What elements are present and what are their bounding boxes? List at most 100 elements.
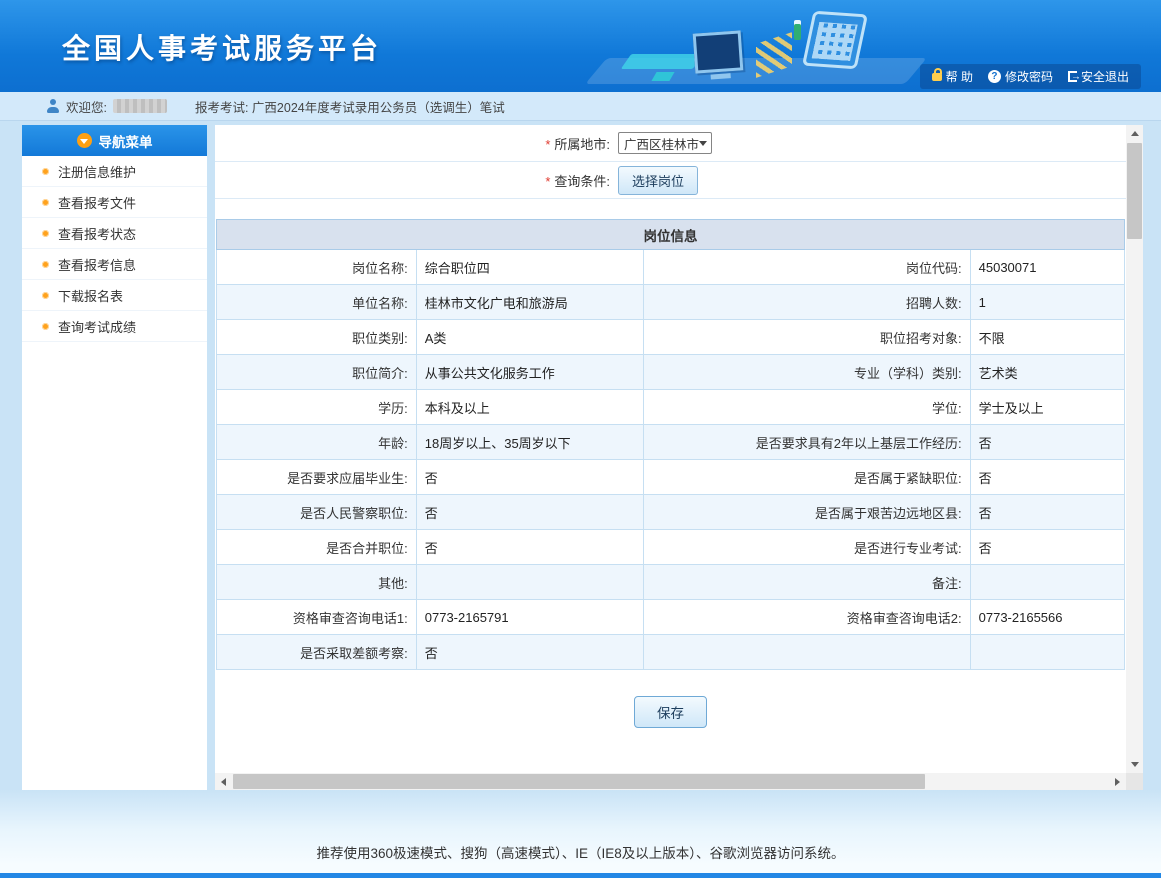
position-table-body: 岗位名称: 综合职位四 岗位代码: 45030071 单位名称: 桂林市文化广电… bbox=[217, 250, 1125, 670]
sidebar-item-label: 下载报名表 bbox=[58, 286, 123, 305]
sidebar-item[interactable]: 查看报考文件 bbox=[22, 187, 207, 218]
sidebar-item-label: 注册信息维护 bbox=[58, 162, 136, 181]
sidebar-item-label: 查看报考信息 bbox=[58, 255, 136, 274]
help-label: 帮 助 bbox=[946, 68, 973, 85]
deco-monitor bbox=[693, 30, 744, 73]
sidebar-item[interactable]: 查看报考信息 bbox=[22, 249, 207, 280]
field-label: 是否采取差额考察: bbox=[217, 635, 417, 670]
sidebar-item[interactable]: 查询考试成绩 bbox=[22, 311, 207, 342]
table-row: 学历: 本科及以上 学位: 学士及以上 bbox=[217, 390, 1125, 425]
save-row: 保存 bbox=[215, 696, 1126, 728]
field-value: 否 bbox=[970, 460, 1124, 495]
field-value: A类 bbox=[416, 320, 643, 355]
table-row: 其他: 备注: bbox=[217, 565, 1125, 600]
field-label: 专业（学科）类别: bbox=[643, 355, 970, 390]
position-info-table: 岗位信息 岗位名称: 综合职位四 岗位代码: 45030071 单位名称: 桂林… bbox=[216, 219, 1125, 670]
lock-icon bbox=[932, 73, 942, 81]
field-label: 年龄: bbox=[217, 425, 417, 460]
table-row: 单位名称: 桂林市文化广电和旅游局 招聘人数: 1 bbox=[217, 285, 1125, 320]
choose-position-button[interactable]: 选择岗位 bbox=[618, 166, 698, 195]
field-value: 从事公共文化服务工作 bbox=[416, 355, 643, 390]
field-value: 否 bbox=[970, 425, 1124, 460]
scroll-up-arrow[interactable] bbox=[1126, 125, 1143, 142]
field-label: 职位简介: bbox=[217, 355, 417, 390]
field-label: 岗位代码: bbox=[643, 250, 970, 285]
field-value: 否 bbox=[970, 495, 1124, 530]
header-action-bar: 帮 助 修改密码 安全退出 bbox=[920, 64, 1141, 89]
sidebar-title: 导航菜单 bbox=[99, 131, 153, 151]
field-label: 学位: bbox=[643, 390, 970, 425]
chevron-down-circle-icon bbox=[77, 133, 92, 148]
footer: 推荐使用360极速模式、搜狗（高速模式）、IE（IE8及以上版本）、谷歌浏览器访… bbox=[0, 790, 1161, 878]
sidebar-item-label: 查询考试成绩 bbox=[58, 317, 136, 336]
field-value bbox=[416, 565, 643, 600]
help-button[interactable]: 帮 助 bbox=[932, 68, 973, 85]
vertical-scrollbar[interactable] bbox=[1126, 125, 1143, 773]
change-password-button[interactable]: 修改密码 bbox=[988, 68, 1053, 85]
table-row: 是否采取差额考察: 否 bbox=[217, 635, 1125, 670]
save-button[interactable]: 保存 bbox=[634, 696, 707, 728]
field-value: 桂林市文化广电和旅游局 bbox=[416, 285, 643, 320]
table-title-row: 岗位信息 bbox=[217, 220, 1125, 250]
field-label: 其他: bbox=[217, 565, 417, 600]
field-label: 是否人民警察职位: bbox=[217, 495, 417, 530]
main-panel: *所属地市: 广西区桂林市 * 查询条件: 选择岗位 岗位信息 岗位名称: 综合职… bbox=[215, 125, 1143, 790]
change-password-label: 修改密码 bbox=[1005, 68, 1053, 85]
dot-icon bbox=[42, 323, 49, 330]
field-value: 0773-2165566 bbox=[970, 600, 1124, 635]
city-form-row: *所属地市: 广西区桂林市 bbox=[215, 125, 1126, 162]
field-value: 否 bbox=[970, 530, 1124, 565]
logout-button[interactable]: 安全退出 bbox=[1068, 68, 1129, 85]
deco-tablet bbox=[802, 11, 868, 70]
scroll-down-arrow[interactable] bbox=[1126, 756, 1143, 773]
deco-traffic-light bbox=[794, 24, 801, 40]
vertical-scroll-thumb[interactable] bbox=[1127, 143, 1142, 239]
table-row: 职位简介: 从事公共文化服务工作 专业（学科）类别: 艺术类 bbox=[217, 355, 1125, 390]
welcome-label: 欢迎您: bbox=[66, 97, 107, 116]
welcome-bar: 欢迎您: 报考考试: 广西2024年度考试录用公务员（选调生）笔试 bbox=[0, 92, 1161, 121]
required-mark: * bbox=[545, 174, 550, 189]
exit-icon bbox=[1068, 71, 1077, 82]
table-row: 是否合并职位: 否 是否进行专业考试: 否 bbox=[217, 530, 1125, 565]
triangle-up-icon bbox=[1131, 131, 1139, 136]
city-label: *所属地市: bbox=[215, 134, 610, 153]
footer-strip bbox=[0, 873, 1161, 878]
sidebar-item-label: 查看报考状态 bbox=[58, 224, 136, 243]
dot-icon bbox=[42, 230, 49, 237]
dot-icon bbox=[42, 168, 49, 175]
field-value bbox=[970, 565, 1124, 600]
logout-label: 安全退出 bbox=[1081, 68, 1129, 85]
sidebar-item[interactable]: 注册信息维护 bbox=[22, 156, 207, 187]
sidebar-item[interactable]: 查看报考状态 bbox=[22, 218, 207, 249]
field-value: 综合职位四 bbox=[416, 250, 643, 285]
query-label-text: 查询条件: bbox=[554, 174, 610, 189]
field-value: 1 bbox=[970, 285, 1124, 320]
triangle-down-icon bbox=[1131, 762, 1139, 767]
horizontal-scroll-thumb[interactable] bbox=[233, 774, 925, 789]
scroll-right-arrow[interactable] bbox=[1109, 773, 1126, 790]
field-label: 资格审查咨询电话1: bbox=[217, 600, 417, 635]
scroll-left-arrow[interactable] bbox=[215, 773, 232, 790]
sidebar-nav-header: 导航菜单 bbox=[22, 125, 207, 156]
field-value: 本科及以上 bbox=[416, 390, 643, 425]
sidebar: 导航菜单 注册信息维护 查看报考文件 查看报考状态 查看报考信息 下载报名表 查… bbox=[22, 125, 207, 790]
page: { "colors": { "header_blue": "#1078d8", … bbox=[0, 0, 1161, 878]
field-value: 45030071 bbox=[970, 250, 1124, 285]
site-title: 全国人事考试服务平台 bbox=[62, 27, 382, 67]
top-header: 全国人事考试服务平台 帮 助 修改密码 安全退出 bbox=[0, 0, 1161, 92]
field-label: 是否要求具有2年以上基层工作经历: bbox=[643, 425, 970, 460]
sidebar-menu: 注册信息维护 查看报考文件 查看报考状态 查看报考信息 下载报名表 查询考试成绩 bbox=[22, 156, 207, 342]
table-row: 是否人民警察职位: 否 是否属于艰苦边远地区县: 否 bbox=[217, 495, 1125, 530]
sidebar-item[interactable]: 下载报名表 bbox=[22, 280, 207, 311]
horizontal-scrollbar[interactable] bbox=[215, 773, 1126, 790]
field-value: 0773-2165791 bbox=[416, 600, 643, 635]
field-value bbox=[970, 635, 1124, 670]
query-label: * 查询条件: bbox=[215, 171, 610, 190]
field-label: 职位类别: bbox=[217, 320, 417, 355]
user-icon bbox=[46, 99, 60, 113]
field-label: 学历: bbox=[217, 390, 417, 425]
field-label: 招聘人数: bbox=[643, 285, 970, 320]
field-value: 否 bbox=[416, 530, 643, 565]
field-value: 否 bbox=[416, 460, 643, 495]
city-select[interactable]: 广西区桂林市 bbox=[618, 132, 712, 154]
